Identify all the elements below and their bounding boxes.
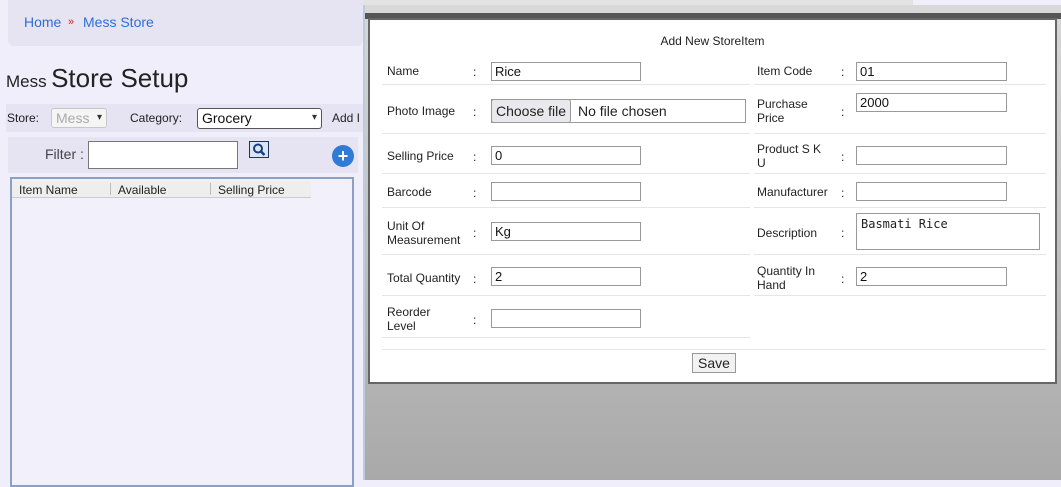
quantity-in-hand-label: Quantity In Hand	[757, 264, 816, 292]
store-toolbar: Store: Mess ▾ Category: Grocery ▾ Add I	[6, 104, 363, 132]
breadcrumb-separator-icon: »	[68, 16, 75, 28]
filter-input[interactable]	[88, 141, 238, 169]
item-list: Item Name Available Selling Price	[10, 177, 354, 487]
reorder-level-label: Reorder Level	[387, 305, 431, 333]
page-title-prefix: Mess	[6, 72, 47, 91]
unit-of-measurement-label: Unit Of Measurement	[387, 219, 461, 247]
row-divider	[754, 173, 1046, 174]
manufacturer-field[interactable]	[856, 182, 1007, 201]
column-header-selling-price[interactable]: Selling Price	[218, 183, 285, 197]
uom-colon: :	[473, 226, 477, 240]
add-item-button[interactable]: +	[332, 145, 354, 167]
file-status-text: No file chosen	[578, 103, 667, 119]
selling-price-label: Selling Price	[387, 149, 454, 163]
product-sku-label: Product S K U	[757, 142, 822, 170]
item-code-colon: :	[841, 65, 845, 79]
category-select[interactable]: Grocery ▾	[197, 108, 322, 129]
store-select[interactable]: Mess ▾	[51, 108, 107, 128]
total-quantity-field[interactable]: 2	[491, 267, 641, 286]
row-divider	[382, 337, 750, 338]
row-divider	[382, 295, 750, 296]
purchase-colon: :	[841, 105, 845, 119]
photo-image-label: Photo Image	[387, 104, 456, 118]
reorder-level-field[interactable]	[491, 309, 641, 328]
description-colon: :	[841, 226, 845, 240]
breadcrumb-home-link[interactable]: Home	[24, 14, 61, 30]
description-label: Description	[757, 226, 818, 240]
column-header-available[interactable]: Available	[118, 183, 166, 197]
dialog-title: Add New StoreItem	[660, 34, 765, 48]
unit-of-measurement-field[interactable]: Kg	[491, 222, 641, 241]
reorder-colon: :	[473, 313, 477, 327]
photo-colon: :	[473, 105, 477, 119]
row-divider	[382, 133, 750, 134]
row-divider	[382, 173, 750, 174]
description-textarea[interactable]: Basmati Rice	[856, 213, 1040, 250]
row-divider	[382, 254, 750, 255]
row-divider	[754, 254, 1046, 255]
search-icon	[253, 143, 266, 156]
sku-colon: :	[841, 150, 845, 164]
row-divider	[382, 349, 1046, 350]
manufacturer-colon: :	[841, 186, 845, 200]
quantity-in-hand-field[interactable]: 2	[856, 267, 1007, 286]
column-header-item-name[interactable]: Item Name	[19, 183, 78, 197]
category-label: Category:	[130, 111, 183, 125]
item-code-field[interactable]: 01	[856, 62, 1007, 81]
product-sku-field[interactable]	[856, 146, 1007, 165]
row-divider	[382, 207, 750, 208]
name-label: Name	[387, 64, 420, 78]
total-quantity-label: Total Quantity	[387, 271, 461, 285]
add-item-label[interactable]: Add I	[332, 111, 360, 125]
total-quantity-colon: :	[473, 272, 477, 286]
item-code-label: Item Code	[757, 64, 813, 78]
list-header: Item Name Available Selling Price	[12, 181, 311, 198]
page-title: Mess Store Setup	[6, 63, 188, 94]
purchase-price-label: Purchase Price	[757, 97, 808, 125]
chevron-down-icon: ▾	[96, 112, 102, 123]
column-divider	[110, 183, 111, 195]
selling-price-field[interactable]: 0	[491, 146, 641, 165]
selling-colon: :	[473, 150, 477, 164]
row-divider	[754, 207, 1046, 208]
store-label: Store:	[7, 111, 40, 125]
breadcrumb: Home » Mess Store	[8, 0, 363, 46]
breadcrumb-current-link[interactable]: Mess Store	[83, 14, 154, 30]
search-button[interactable]	[249, 141, 269, 158]
quantity-in-hand-colon: :	[841, 272, 845, 286]
name-colon: :	[473, 65, 477, 79]
barcode-colon: :	[473, 186, 477, 200]
row-divider	[382, 84, 750, 85]
purchase-price-field[interactable]: 2000	[856, 93, 1007, 112]
column-divider	[210, 183, 211, 195]
choose-file-button[interactable]: Choose file	[491, 99, 571, 123]
barcode-field[interactable]	[491, 182, 641, 201]
barcode-label: Barcode	[387, 185, 432, 199]
filter-bar: Filter : +	[8, 137, 358, 173]
page-title-main: Store Setup	[51, 63, 189, 93]
row-divider	[754, 84, 1046, 85]
chevron-down-icon: ▾	[311, 112, 317, 123]
add-store-item-dialog: Add New StoreItem Name : Rice Item Code …	[368, 18, 1057, 384]
category-select-value: Grocery	[202, 110, 252, 126]
row-divider	[754, 295, 1046, 296]
manufacturer-label: Manufacturer	[757, 185, 828, 199]
filter-label: Filter :	[45, 146, 84, 162]
save-button[interactable]: Save	[692, 353, 736, 373]
row-divider	[754, 133, 1046, 134]
store-select-value: Mess	[56, 110, 90, 126]
name-field[interactable]: Rice	[491, 62, 641, 81]
